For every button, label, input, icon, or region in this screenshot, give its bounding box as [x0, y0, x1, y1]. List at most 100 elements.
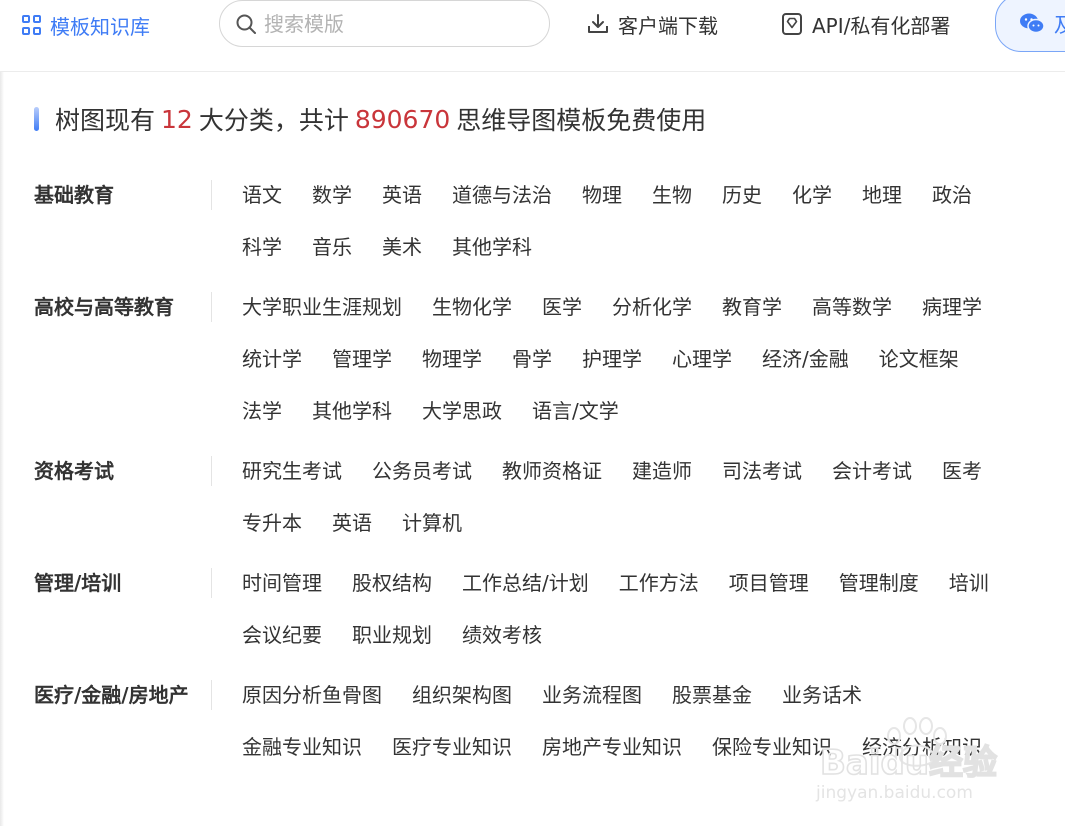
category-item-link[interactable]: 历史: [722, 180, 762, 210]
api-private-deploy-button[interactable]: API/私有化部署: [780, 9, 950, 39]
category-item-link[interactable]: 经济分析知识: [862, 732, 982, 762]
category-row: 基础教育 语文 数学 英语 道德与法治 物理 生物 历史 化学 地理 政治科学 音乐 美术 其他学科: [34, 180, 1032, 284]
category-item-link[interactable]: 业务话术: [782, 680, 862, 710]
category-item-link[interactable]: 语言/文学: [532, 396, 619, 426]
api-private-deploy-label: API/私有化部署: [812, 13, 951, 38]
template-library-label: 模板知识库: [50, 14, 150, 39]
search-input[interactable]: [264, 11, 534, 36]
category-item-link[interactable]: 其他学科: [452, 232, 532, 262]
wechat-label: 及: [1054, 9, 1065, 38]
headline-prefix: 树图现有: [55, 106, 156, 135]
category-item-link[interactable]: 公务员考试: [372, 456, 472, 486]
client-download-label: 客户端下载: [618, 13, 718, 38]
category-item-link[interactable]: 英语: [332, 508, 372, 538]
search-icon: [236, 14, 256, 34]
category-item-link[interactable]: 化学: [792, 180, 832, 210]
grid-icon: [22, 15, 42, 35]
category-item-link[interactable]: 医考: [942, 456, 982, 486]
category-item-link[interactable]: 统计学: [242, 344, 302, 374]
category-count: 12: [161, 104, 193, 134]
category-item-link[interactable]: 语文: [242, 180, 282, 210]
category-row: 管理/培训 时间管理 股权结构 工作总结/计划 工作方法 项目管理 管理制度 培训会议纪要 职业…: [34, 568, 1032, 672]
category-item-link[interactable]: 研究生考试: [242, 456, 342, 486]
client-download-button[interactable]: 客户端下载: [586, 9, 718, 39]
template-count: 890670: [354, 104, 451, 134]
category-item-link[interactable]: 心理学: [672, 344, 732, 374]
diamond-badge-icon: [782, 13, 802, 35]
category-item-link[interactable]: 音乐: [312, 232, 352, 262]
headline-suffix: 思维导图模板免费使用: [456, 106, 707, 135]
category-item-link[interactable]: 分析化学: [612, 292, 692, 322]
category-item-link[interactable]: 英语: [382, 180, 422, 210]
category-item-link[interactable]: 病理学: [922, 292, 982, 322]
category-item-link[interactable]: 工作总结/计划: [462, 568, 589, 598]
category-row: 高校与高等教育 大学职业生涯规划 生物化学 医学 分析化学 教育学 高等数学 病理学统计学 管理…: [34, 292, 1032, 448]
category-item-link[interactable]: 道德与法治: [452, 180, 552, 210]
category-title: 高校与高等教育: [34, 292, 212, 322]
category-item-link[interactable]: 数学: [312, 180, 352, 210]
category-item-link[interactable]: 高等数学: [812, 292, 892, 322]
category-title: 管理/培训: [34, 568, 212, 598]
category-item-link[interactable]: 股权结构: [352, 568, 432, 598]
category-item-link[interactable]: 其他学科: [312, 396, 392, 426]
category-item-link[interactable]: 股票基金: [672, 680, 752, 710]
category-title: 医疗/金融/房地产: [34, 680, 212, 710]
category-item-link[interactable]: 专升本: [242, 508, 302, 538]
category-items: 原因分析鱼骨图 组织架构图 业务流程图 股票基金 业务话术金融专业知识 医疗专业知识 房地产…: [242, 680, 1032, 784]
category-item-link[interactable]: 建造师: [632, 456, 692, 486]
category-item-link[interactable]: 护理学: [582, 344, 642, 374]
category-item-link[interactable]: 培训: [949, 568, 989, 598]
category-item-link[interactable]: 绩效考核: [462, 620, 542, 650]
category-items: 大学职业生涯规划 生物化学 医学 分析化学 教育学 高等数学 病理学统计学 管理学 物理学 骨学护…: [242, 292, 1032, 448]
category-item-link[interactable]: 骨学: [512, 344, 552, 374]
headline-accent-bar: [34, 107, 39, 131]
category-item-link[interactable]: 业务流程图: [542, 680, 642, 710]
category-item-link[interactable]: 金融专业知识: [242, 732, 362, 762]
category-item-link[interactable]: 职业规划: [352, 620, 432, 650]
category-row: 资格考试 研究生考试 公务员考试 教师资格证 建造师 司法考试 会计考试 医考专升本 英语 计算机: [34, 456, 1032, 560]
search-box[interactable]: [219, 0, 550, 47]
category-item-link[interactable]: 医疗专业知识: [392, 732, 512, 762]
category-title: 资格考试: [34, 456, 212, 486]
category-item-link[interactable]: 经济/金融: [762, 344, 849, 374]
category-item-link[interactable]: 法学: [242, 396, 282, 426]
category-item-link[interactable]: 美术: [382, 232, 422, 262]
category-title: 基础教育: [34, 180, 212, 210]
category-item-link[interactable]: 教师资格证: [502, 456, 602, 486]
category-item-link[interactable]: 教育学: [722, 292, 782, 322]
category-item-link[interactable]: 工作方法: [619, 568, 699, 598]
category-item-link[interactable]: 原因分析鱼骨图: [242, 680, 382, 710]
category-item-link[interactable]: 大学思政: [422, 396, 502, 426]
category-items: 时间管理 股权结构 工作总结/计划 工作方法 项目管理 管理制度 培训会议纪要 职业规划 绩效考…: [242, 568, 1032, 672]
category-item-link[interactable]: 生物化学: [432, 292, 512, 322]
wechat-icon: [1020, 13, 1045, 34]
category-item-link[interactable]: 会议纪要: [242, 620, 322, 650]
download-icon: [588, 14, 608, 33]
category-item-link[interactable]: 组织架构图: [412, 680, 512, 710]
category-item-link[interactable]: 生物: [652, 180, 692, 210]
headline-middle: 大分类，共计: [198, 106, 349, 135]
category-item-link[interactable]: 会计考试: [832, 456, 912, 486]
category-item-link[interactable]: 科学: [242, 232, 282, 262]
category-item-link[interactable]: 保险专业知识: [712, 732, 832, 762]
category-item-link[interactable]: 管理学: [332, 344, 392, 374]
template-library-link[interactable]: 模板知识库: [22, 11, 150, 39]
category-item-link[interactable]: 管理制度: [839, 568, 919, 598]
wechat-button[interactable]: 及: [995, 0, 1065, 52]
category-item-link[interactable]: 物理学: [422, 344, 482, 374]
category-item-link[interactable]: 房地产专业知识: [542, 732, 682, 762]
category-items: 语文 数学 英语 道德与法治 物理 生物 历史 化学 地理 政治科学 音乐 美术 其他学科: [242, 180, 1032, 284]
category-item-link[interactable]: 物理: [582, 180, 622, 210]
category-item-link[interactable]: 大学职业生涯规划: [242, 292, 402, 322]
category-item-link[interactable]: 司法考试: [722, 456, 802, 486]
category-item-link[interactable]: 论文框架: [879, 344, 959, 374]
category-items: 研究生考试 公务员考试 教师资格证 建造师 司法考试 会计考试 医考专升本 英语 计算机: [242, 456, 1032, 560]
category-panel: 树图现有 12 大分类，共计 890670 思维导图模板免费使用 基础教育 语文数…: [4, 72, 1065, 826]
category-item-link[interactable]: 时间管理: [242, 568, 322, 598]
category-item-link[interactable]: 计算机: [402, 508, 462, 538]
top-navigation-bar: 模板知识库 客户端下载 API/私有化部署 及: [0, 0, 1065, 72]
category-item-link[interactable]: 医学: [542, 292, 582, 322]
category-item-link[interactable]: 政治: [932, 180, 972, 210]
category-item-link[interactable]: 地理: [862, 180, 902, 210]
category-item-link[interactable]: 项目管理: [729, 568, 809, 598]
